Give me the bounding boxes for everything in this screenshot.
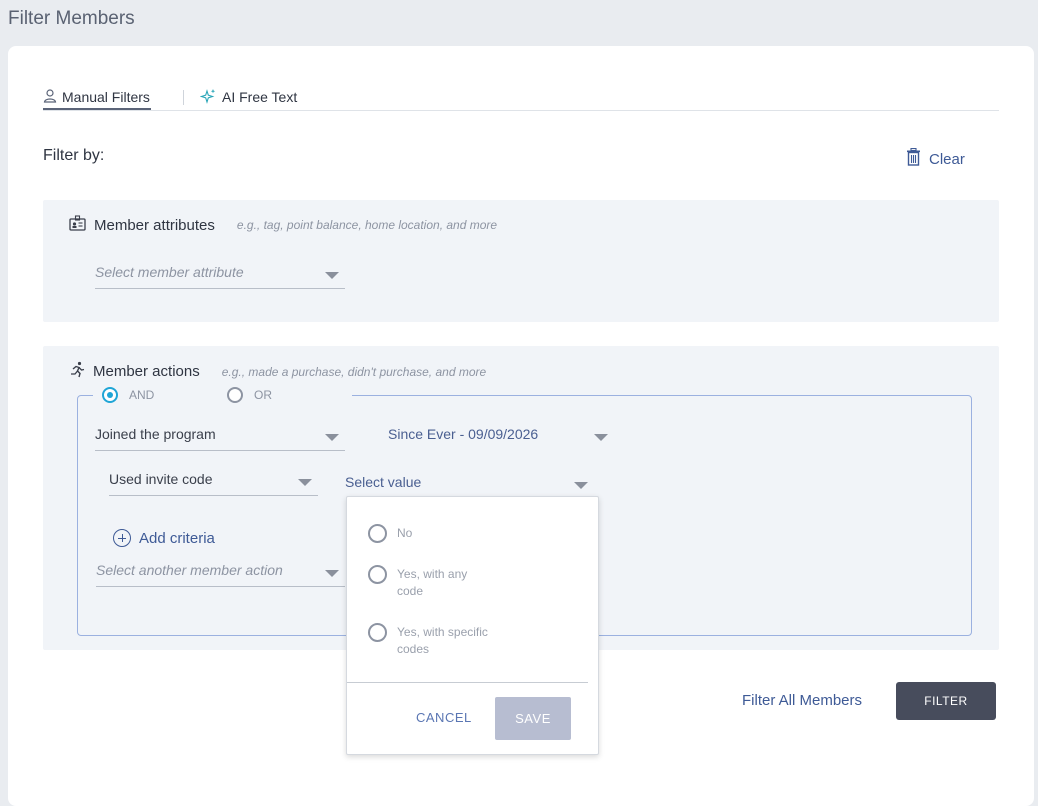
date-range-select[interactable]: Since Ever - 09/09/2026 bbox=[388, 426, 614, 450]
chevron-down-icon bbox=[325, 570, 339, 577]
id-card-icon bbox=[69, 215, 86, 235]
option-label: No bbox=[397, 526, 413, 540]
filter-button[interactable]: FILTER bbox=[896, 682, 996, 720]
another-action-select[interactable]: Select another member action bbox=[96, 562, 345, 587]
save-button[interactable]: SAVE bbox=[495, 697, 571, 740]
member-actions-hint: e.g., made a purchase, didn't purchase, … bbox=[221, 364, 487, 379]
filter-tabs: Manual Filters AI Free Text bbox=[43, 86, 999, 111]
user-icon bbox=[43, 88, 57, 106]
radio-unchecked-icon bbox=[368, 524, 387, 543]
tab-manual-label: Manual Filters bbox=[62, 89, 150, 105]
value-select-placeholder: Select value bbox=[345, 474, 422, 490]
action-select[interactable]: Joined the program bbox=[95, 426, 345, 451]
member-attributes-title: Member attributes bbox=[94, 216, 215, 234]
radio-checked-icon bbox=[102, 387, 118, 403]
chevron-down-icon bbox=[298, 479, 312, 486]
option-yes-specific-codes[interactable]: Yes, with specific codes bbox=[368, 623, 498, 658]
and-radio[interactable]: AND bbox=[102, 387, 154, 403]
filter-by-label: Filter by: bbox=[43, 147, 105, 164]
radio-unchecked-icon bbox=[227, 387, 243, 403]
sparkle-icon bbox=[199, 88, 217, 107]
chevron-down-icon bbox=[574, 482, 588, 489]
page-title: Filter Members bbox=[8, 8, 135, 29]
and-label: AND bbox=[129, 388, 155, 402]
option-label: Yes, with any code bbox=[397, 567, 468, 598]
member-attributes-hint: e.g., tag, point balance, home location,… bbox=[236, 218, 498, 232]
condition-value: Used invite code bbox=[109, 471, 213, 487]
clear-label: Clear bbox=[929, 150, 965, 168]
another-action-placeholder: Select another member action bbox=[96, 562, 283, 578]
filter-all-members-link[interactable]: Filter All Members bbox=[742, 692, 862, 709]
condition-select[interactable]: Used invite code bbox=[109, 471, 318, 496]
chevron-down-icon bbox=[325, 434, 339, 441]
date-range-value: Since Ever - 09/09/2026 bbox=[388, 426, 539, 442]
cancel-button[interactable]: CANCEL bbox=[416, 710, 472, 725]
tab-ai-label: AI Free Text bbox=[222, 89, 298, 105]
member-attributes-section: Member attributes e.g., tag, point balan… bbox=[43, 200, 999, 322]
action-value: Joined the program bbox=[95, 426, 216, 442]
tab-ai-free-text[interactable]: AI Free Text bbox=[199, 86, 298, 108]
radio-unchecked-icon bbox=[368, 623, 387, 642]
option-no[interactable]: No bbox=[368, 524, 518, 543]
member-actions-title: Member actions bbox=[93, 363, 200, 380]
plus-circle-icon bbox=[113, 529, 131, 547]
member-attribute-select[interactable]: Select member attribute bbox=[95, 264, 345, 289]
radio-unchecked-icon bbox=[368, 565, 387, 584]
clear-button[interactable]: Clear bbox=[906, 147, 965, 170]
add-criteria-button[interactable]: Add criteria bbox=[113, 529, 215, 547]
or-label: OR bbox=[254, 388, 272, 402]
tab-manual-filters[interactable]: Manual Filters bbox=[43, 86, 151, 110]
option-yes-any-code[interactable]: Yes, with any code bbox=[368, 565, 488, 600]
chevron-down-icon bbox=[594, 434, 608, 441]
option-label: Yes, with specific codes bbox=[397, 625, 488, 656]
running-person-icon bbox=[69, 361, 85, 382]
or-radio[interactable]: OR bbox=[227, 387, 272, 403]
trash-icon bbox=[906, 147, 921, 170]
member-attributes-header: Member attributes e.g., tag, point balan… bbox=[69, 215, 497, 235]
member-actions-header: Member actions e.g., made a purchase, di… bbox=[69, 361, 486, 382]
value-dropdown: No Yes, with any code Yes, with specific… bbox=[346, 496, 599, 755]
member-attribute-placeholder: Select member attribute bbox=[95, 264, 244, 280]
add-criteria-label: Add criteria bbox=[139, 529, 215, 547]
chevron-down-icon bbox=[325, 272, 339, 279]
tab-separator bbox=[183, 90, 184, 105]
value-select[interactable]: Select value bbox=[345, 474, 594, 498]
dropdown-divider bbox=[347, 682, 588, 683]
